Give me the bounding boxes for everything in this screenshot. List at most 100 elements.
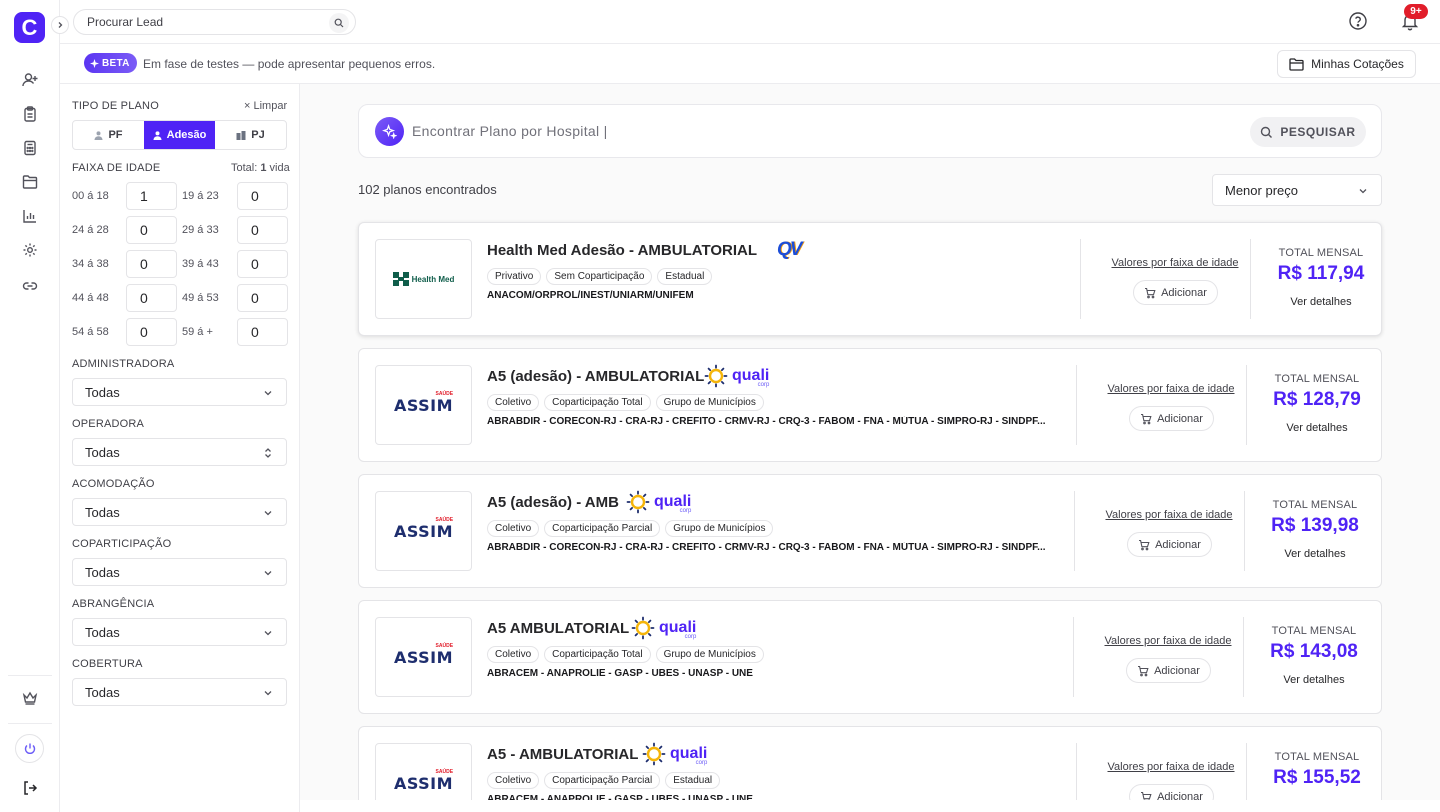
- calculator-icon[interactable]: [20, 138, 40, 158]
- results-area: Encontrar Plano por Hospital | PESQUISAR…: [300, 84, 1440, 800]
- card-divider: [1080, 239, 1081, 319]
- sun-icon: [704, 364, 728, 388]
- total-suffix: vida: [269, 162, 290, 174]
- sparkle-icon: [90, 58, 99, 68]
- add-plan-button[interactable]: Adicionar: [1129, 406, 1214, 431]
- age-quantity-input[interactable]: 1: [126, 182, 177, 210]
- sort-select[interactable]: Menor preço: [1212, 174, 1382, 206]
- chevron-down-icon: [264, 631, 272, 636]
- lead-search-input[interactable]: Procurar Lead: [73, 9, 356, 35]
- plan-logo-sup: SAÚDE: [435, 768, 454, 775]
- age-quantity-input[interactable]: 0: [126, 250, 177, 278]
- age-quantity-input[interactable]: 0: [237, 250, 288, 278]
- hospital-search-input[interactable]: Encontrar Plano por Hospital |: [412, 123, 608, 139]
- operadora-select[interactable]: Todas: [72, 438, 287, 466]
- age-quantity-input[interactable]: 0: [237, 284, 288, 312]
- plan-card[interactable]: SAÚDE ASSIM A5 (adesão) - AMB quali corp Cole…: [358, 474, 1382, 588]
- power-button[interactable]: [15, 734, 44, 763]
- add-plan-button[interactable]: Adicionar: [1129, 784, 1214, 800]
- plan-tag: Grupo de Municípios: [655, 394, 764, 411]
- results-count: 102 planos encontrados: [358, 182, 497, 197]
- abrangencia-label: ABRANGÊNCIA: [72, 598, 155, 610]
- clear-filters-button[interactable]: × Limpar: [244, 100, 287, 112]
- view-details-link[interactable]: Ver detalhes: [1262, 422, 1372, 434]
- chart-icon[interactable]: [20, 206, 40, 226]
- operator-logo: quali corp: [642, 739, 707, 769]
- plan-tag: Coparticipação Parcial: [544, 772, 661, 789]
- total-monthly-label: TOTAL MENSAL: [1274, 751, 1360, 763]
- cobertura-select[interactable]: Todas: [72, 678, 287, 706]
- age-values-link[interactable]: Valores por faixa de idade: [1096, 761, 1246, 773]
- crown-icon[interactable]: [20, 688, 40, 708]
- notification-badge: 9+: [1404, 4, 1428, 19]
- plan-type-pf[interactable]: PF: [73, 121, 144, 149]
- abrangencia-select[interactable]: Todas: [72, 618, 287, 646]
- beta-badge-label: BETA: [102, 57, 130, 69]
- icon-rail: C: [0, 0, 60, 812]
- plan-type-adesao-label: Adesão: [166, 129, 207, 141]
- clipboard-icon[interactable]: [20, 104, 40, 124]
- search-icon[interactable]: [329, 13, 349, 33]
- age-values-link[interactable]: Valores por faixa de idade: [1094, 509, 1244, 521]
- search-button[interactable]: PESQUISAR: [1250, 117, 1366, 147]
- plan-title: Health Med Adesão - AMBULATORIAL: [487, 242, 758, 259]
- add-user-icon[interactable]: [20, 70, 40, 90]
- add-plan-button[interactable]: Adicionar: [1127, 532, 1212, 557]
- help-icon[interactable]: [1348, 11, 1368, 31]
- card-divider: [1246, 743, 1247, 800]
- card-divider: [1074, 491, 1075, 571]
- age-quantity-input[interactable]: 0: [126, 216, 177, 244]
- plan-tag: Estadual: [657, 268, 713, 285]
- card-divider: [1073, 617, 1074, 697]
- sidebar-toggle-button[interactable]: [51, 16, 69, 34]
- plan-card[interactable]: SAÚDE ASSIM A5 AMBULATORIAL quali corp Coleti…: [358, 600, 1382, 714]
- age-quantity-input[interactable]: 0: [126, 318, 177, 346]
- add-plan-button[interactable]: Adicionar: [1126, 658, 1211, 683]
- plan-title: A5 - AMBULATORIAL: [487, 746, 639, 763]
- plan-type-toggle: PF Adesão PJ: [72, 120, 287, 150]
- plan-type-pj[interactable]: PJ: [215, 121, 286, 149]
- age-values-link[interactable]: Valores por faixa de idade: [1096, 383, 1246, 395]
- plan-card[interactable]: SAÚDE ASSIM A5 (adesão) - AMBULATORIAL qual…: [358, 348, 1382, 462]
- coparticipacao-select[interactable]: Todas: [72, 558, 287, 586]
- operator-logo: quali corp: [704, 361, 769, 391]
- search-button-label: PESQUISAR: [1280, 125, 1356, 139]
- view-details-link[interactable]: Ver detalhes: [1266, 296, 1376, 308]
- person-icon: [94, 130, 103, 140]
- age-quantity-input[interactable]: 0: [237, 318, 288, 346]
- age-values-link[interactable]: Valores por faixa de idade: [1093, 635, 1243, 647]
- plan-card[interactable]: Health Med Health Med Adesão - AMBULATORI…: [358, 222, 1382, 336]
- plan-card[interactable]: SAÚDE ASSIM A5 - AMBULATORIAL quali corp Cole…: [358, 726, 1382, 800]
- folder-icon[interactable]: [20, 172, 40, 192]
- age-quantity-input[interactable]: 0: [237, 216, 288, 244]
- administradora-select[interactable]: Todas: [72, 378, 287, 406]
- gear-icon[interactable]: [20, 240, 40, 260]
- age-values-link[interactable]: Valores por faixa de idade: [1100, 257, 1250, 269]
- link-icon[interactable]: [20, 276, 40, 296]
- age-quantity-input[interactable]: 0: [126, 284, 177, 312]
- age-label: 49 á 53: [182, 292, 219, 304]
- operator-logo: QV: [777, 235, 802, 265]
- total-lives: Total: 1 vida: [231, 162, 290, 174]
- view-details-link[interactable]: Ver detalhes: [1260, 548, 1370, 560]
- plan-entities: ABRABDIR - CORECON-RJ - CRA-RJ - CREFITO…: [487, 542, 1046, 553]
- app-logo[interactable]: C: [14, 12, 45, 43]
- rail-divider: [8, 675, 52, 676]
- my-quotes-button[interactable]: Minhas Cotações: [1277, 50, 1416, 78]
- age-quantity-input[interactable]: 0: [237, 182, 288, 210]
- acomodacao-select[interactable]: Todas: [72, 498, 287, 526]
- sort-value: Menor preço: [1225, 182, 1298, 198]
- plan-type-pf-label: PF: [108, 129, 123, 141]
- age-label: 59 á +: [182, 326, 213, 338]
- age-label: 44 á 48: [72, 292, 109, 304]
- plan-logo-text: ASSIM: [393, 395, 454, 415]
- plan-logo-text: ASSIM: [393, 773, 454, 793]
- plan-logo-sup: SAÚDE: [435, 516, 454, 523]
- logout-icon[interactable]: [20, 778, 40, 798]
- view-details-link[interactable]: Ver detalhes: [1259, 674, 1369, 686]
- age-label: 00 á 18: [72, 190, 109, 202]
- plan-type-adesao[interactable]: Adesão: [144, 121, 215, 149]
- add-plan-button[interactable]: Adicionar: [1133, 280, 1218, 305]
- beta-badge: BETA: [84, 53, 137, 73]
- folder-icon: [1289, 57, 1304, 71]
